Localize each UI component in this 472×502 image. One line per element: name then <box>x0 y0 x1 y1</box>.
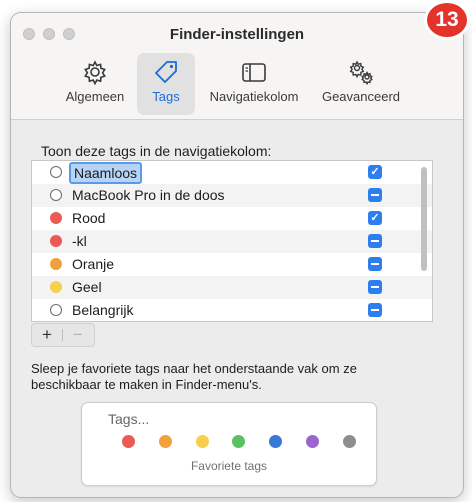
step-number-badge: 13 <box>424 0 470 40</box>
tab-label: Geavanceerd <box>321 89 401 104</box>
show-in-sidebar-checkbox[interactable]: ✓ <box>368 211 382 225</box>
add-remove-control: + − <box>31 323 95 347</box>
list-item[interactable]: Rood ✓ <box>32 207 432 230</box>
tag-name: MacBook Pro in de doos <box>72 187 225 203</box>
tab-tags[interactable]: Tags <box>137 53 195 115</box>
tab-geavanceerd[interactable]: Geavanceerd <box>313 53 409 115</box>
tag-color-dot <box>50 281 62 293</box>
favorite-tag-yellow[interactable] <box>196 435 209 448</box>
favorite-tag-green[interactable] <box>232 435 245 448</box>
list-item[interactable]: Belangrijk <box>32 299 432 321</box>
favorite-tag-blue[interactable] <box>269 435 282 448</box>
finder-settings-window: Finder-instellingen Algemeen Tags Naviga… <box>10 12 464 498</box>
tag-color-dot <box>50 235 62 247</box>
tags-list[interactable]: Naamloos ✓ MacBook Pro in de doos Rood ✓… <box>31 160 433 322</box>
tab-label: Tags <box>152 89 180 104</box>
favorite-tag-purple[interactable] <box>306 435 319 448</box>
list-item[interactable]: MacBook Pro in de doos <box>32 184 432 207</box>
show-in-sidebar-checkbox[interactable]: ✓ <box>368 165 382 179</box>
tab-algemeen[interactable]: Algemeen <box>57 53 133 115</box>
tags-section-heading: Toon deze tags in de navigatiekolom: <box>41 143 272 159</box>
list-item[interactable]: -kl <box>32 230 432 253</box>
list-item[interactable]: Geel <box>32 276 432 299</box>
show-in-sidebar-checkbox[interactable] <box>368 188 382 202</box>
tag-name: Oranje <box>72 256 115 272</box>
show-in-sidebar-checkbox[interactable] <box>368 234 382 248</box>
favorites-label: Favoriete tags <box>190 459 268 473</box>
window-title: Finder-instellingen <box>169 26 305 43</box>
favorites-heading: Tags... <box>108 411 150 427</box>
list-item[interactable]: Oranje <box>32 253 432 276</box>
tag-name: Rood <box>72 210 106 226</box>
tag-name: Geel <box>72 279 102 295</box>
tag-name-field[interactable]: Naamloos <box>69 162 143 184</box>
gear-icon <box>84 60 106 85</box>
sidebar-icon <box>242 63 266 82</box>
tag-color-dot <box>50 166 62 178</box>
tag-color-dot <box>50 304 62 316</box>
tab-navigatiekolom[interactable]: Navigatiekolom <box>199 53 309 115</box>
favorite-tag-red[interactable] <box>122 435 135 448</box>
favorite-tag-gray[interactable] <box>343 435 356 448</box>
favorites-instructions: Sleep je favoriete tags naar het onderst… <box>31 361 357 392</box>
tab-label: Algemeen <box>65 89 125 104</box>
list-scrollbar[interactable] <box>421 167 427 271</box>
add-tag-button[interactable]: + <box>32 324 62 346</box>
tag-icon <box>155 61 177 83</box>
show-in-sidebar-checkbox[interactable] <box>368 257 382 271</box>
tab-label: Navigatiekolom <box>209 89 299 104</box>
favorite-tags-box[interactable]: Tags... Favoriete tags <box>81 402 377 486</box>
gears-icon <box>349 60 373 85</box>
list-item[interactable]: Naamloos ✓ <box>32 161 432 184</box>
tag-color-dot <box>50 258 62 270</box>
tag-name: Belangrijk <box>72 302 134 318</box>
show-in-sidebar-checkbox[interactable] <box>368 303 382 317</box>
show-in-sidebar-checkbox[interactable] <box>368 280 382 294</box>
tag-color-dot <box>50 189 62 201</box>
toolbar: Finder-instellingen Algemeen Tags Naviga… <box>11 13 463 120</box>
remove-tag-button[interactable]: − <box>63 324 93 346</box>
favorite-tag-orange[interactable] <box>159 435 172 448</box>
tag-name: -kl <box>72 233 87 249</box>
tag-color-dot <box>50 212 62 224</box>
